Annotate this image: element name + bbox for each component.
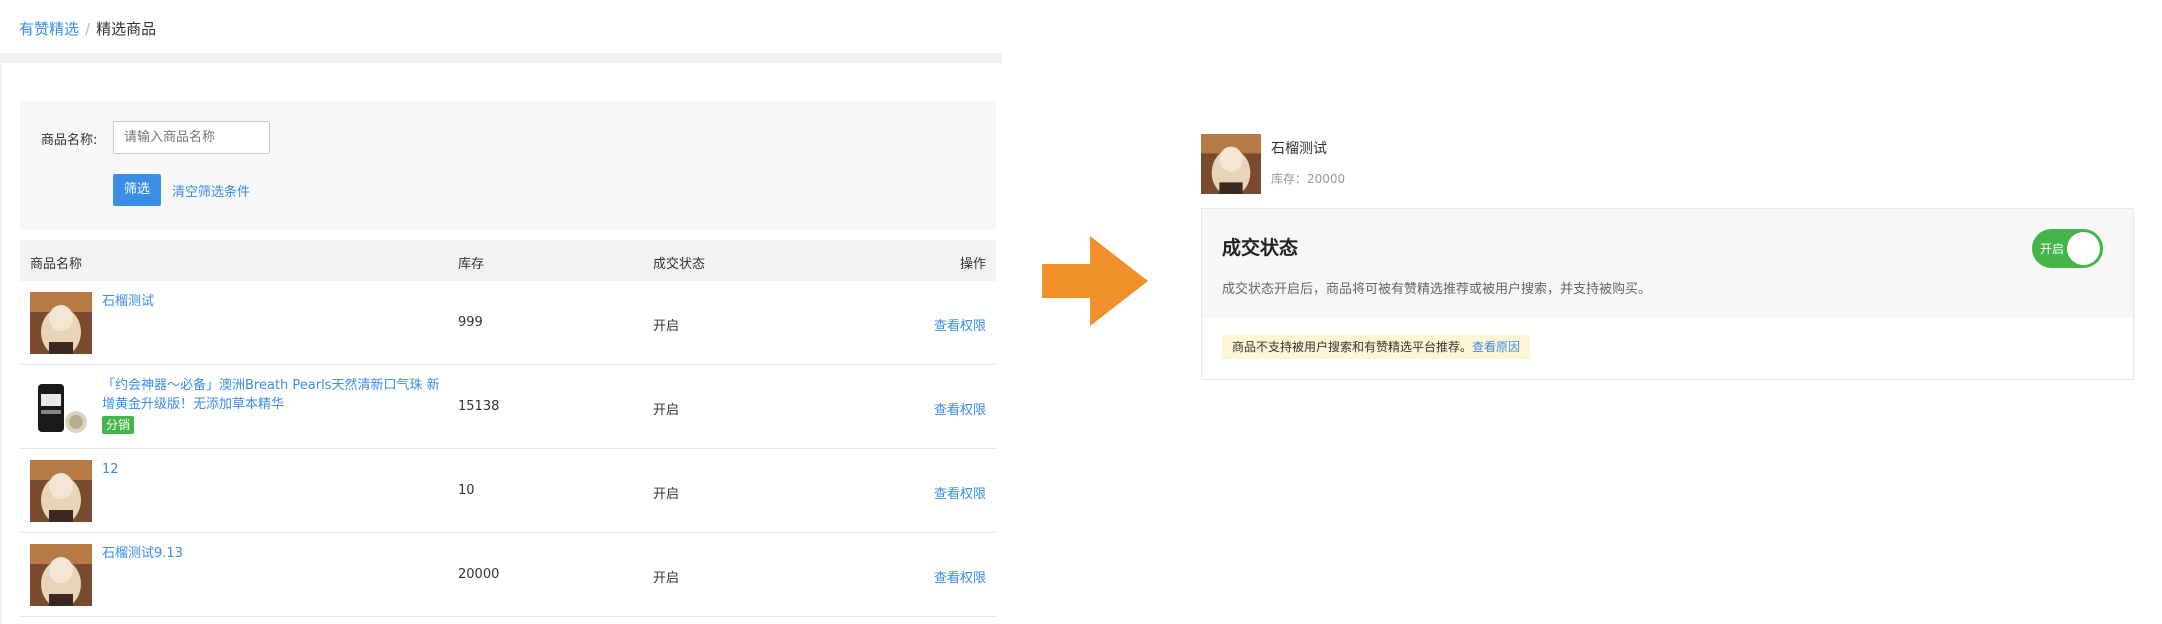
right-arrow-icon <box>1042 236 1148 326</box>
view-permission-link[interactable]: 查看权限 <box>934 483 986 502</box>
stock-value: 15138 <box>458 399 500 414</box>
transaction-status-card: 成交状态 成交状态开启后，商品将可被有赞精选推荐或被用户搜索，并支持被购买。 开… <box>1201 208 2134 380</box>
col-op-header: 操作 <box>959 257 986 272</box>
product-list-panel: 商品名称: 筛选 清空筛选条件 商品名称 库存 成交状态 操作 石榴测试 999… <box>0 53 1002 624</box>
product-title: 石榴测试 <box>1271 141 1327 157</box>
stock-value: 20000 <box>458 567 500 582</box>
stock-line: 库存：20000 <box>1271 172 1346 186</box>
product-name-link[interactable]: 「约会神器～必备」澳洲Breath Pearls天然清新口气珠 新增黄金升级版！… <box>102 376 442 435</box>
product-name: 石榴测试9.13 <box>102 546 183 561</box>
view-permission-link[interactable]: 查看权限 <box>934 315 986 334</box>
stock-value: 10 <box>458 483 475 498</box>
view-reason-link[interactable]: 查看原因 <box>1472 340 1520 354</box>
product-name-input[interactable] <box>113 121 270 154</box>
breadcrumb-current: 精选商品 <box>96 20 157 38</box>
filter-button[interactable]: 筛选 <box>113 174 161 206</box>
col-status-header: 成交状态 <box>653 257 706 272</box>
table-header: 商品名称 库存 成交状态 操作 <box>20 240 996 281</box>
view-permission-link[interactable]: 查看权限 <box>934 567 986 586</box>
table-row: 石榴测试 999 开启 查看权限 <box>20 281 996 365</box>
product-table: 商品名称 库存 成交状态 操作 石榴测试 999 开启 查看权限 「约会神器～必… <box>20 240 996 617</box>
product-name: 「约会神器～必备」澳洲Breath Pearls天然清新口气珠 新增黄金升级版！… <box>102 378 440 412</box>
status-value: 开启 <box>653 319 680 334</box>
toggle-knob <box>2067 232 2100 265</box>
status-value: 开启 <box>653 487 680 502</box>
filter-panel: 商品名称: 筛选 清空筛选条件 <box>20 101 996 230</box>
table-row: 「约会神器～必备」澳洲Breath Pearls天然清新口气珠 新增黄金升级版！… <box>20 365 996 449</box>
col-stock-header: 库存 <box>458 257 485 272</box>
notice-bar: 商品不支持被用户搜索和有赞精选平台推荐。查看原因 <box>1222 335 1531 359</box>
status-value: 开启 <box>653 403 680 418</box>
name-filter-label: 商品名称: <box>41 133 98 148</box>
status-heading: 成交状态 <box>1222 237 1299 259</box>
breadcrumb-root-link[interactable]: 有赞精选 <box>19 20 79 38</box>
view-permission-link[interactable]: 查看权限 <box>934 399 986 418</box>
clear-filter-link[interactable]: 清空筛选条件 <box>172 181 250 200</box>
product-name-link[interactable]: 石榴测试 <box>102 292 442 311</box>
distribution-tag: 分销 <box>102 416 135 434</box>
product-thumbnail <box>30 544 92 606</box>
table-row: 石榴测试9.13 20000 开启 查看权限 <box>20 533 996 617</box>
col-name-header: 商品名称 <box>30 257 83 272</box>
product-name: 12 <box>102 462 119 477</box>
product-thumbnail <box>30 292 92 354</box>
breadcrumb: 有赞精选 / 精选商品 <box>19 18 156 39</box>
breadcrumb-separator: / <box>85 20 91 38</box>
status-section: 成交状态 成交状态开启后，商品将可被有赞精选推荐或被用户搜索，并支持被购买。 开… <box>1202 209 2133 318</box>
product-thumbnail <box>30 376 92 438</box>
status-value: 开启 <box>653 571 680 586</box>
table-row: 12 10 开启 查看权限 <box>20 449 996 533</box>
product-name-link[interactable]: 12 <box>102 460 442 479</box>
status-toggle[interactable]: 开启 <box>2032 229 2103 268</box>
product-thumbnail <box>1201 134 1261 194</box>
product-name: 石榴测试 <box>102 294 155 309</box>
status-description: 成交状态开启后，商品将可被有赞精选推荐或被用户搜索，并支持被购买。 <box>1222 282 1652 297</box>
product-name-link[interactable]: 石榴测试9.13 <box>102 544 442 563</box>
stock-value: 999 <box>458 315 483 330</box>
toggle-label: 开启 <box>2040 242 2065 256</box>
notice-text: 商品不支持被用户搜索和有赞精选平台推荐。 <box>1232 340 1473 354</box>
product-thumbnail <box>30 460 92 522</box>
